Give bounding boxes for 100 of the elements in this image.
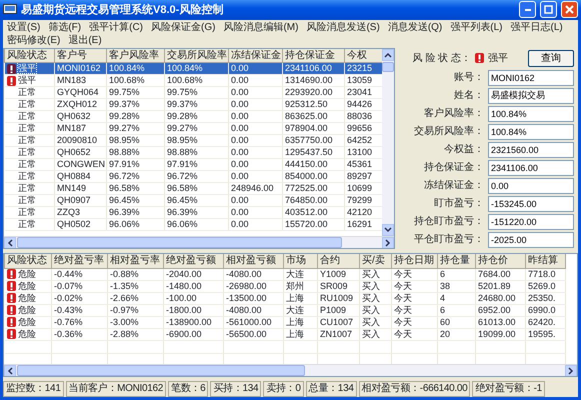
table-cell: 买入 [360, 268, 392, 280]
table-cell: 买入 [360, 316, 392, 328]
table-cell: 248946.00 [228, 182, 282, 195]
field-label: 冻结保证金： [423, 178, 484, 194]
table-cell: 98.88% [106, 146, 164, 159]
table-cell: 0.00 [228, 146, 282, 159]
scrollbar-thumb[interactable] [382, 62, 394, 72]
input-field[interactable]: 2321560.00 [488, 142, 574, 158]
column-header[interactable]: 风险状态 [4, 48, 54, 63]
table-cell: RU1009 [318, 292, 360, 304]
table-cell: 0.00 [228, 134, 282, 147]
column-header[interactable]: 买/卖 [360, 254, 392, 268]
table-cell: MONI0162 [54, 62, 106, 75]
table-cell: 郑州 [284, 280, 318, 292]
field-label: 今权益： [443, 142, 484, 158]
input-field[interactable]: 易盛模拟交易 [488, 88, 574, 104]
column-header[interactable]: 绝对盈亏额 [164, 254, 224, 268]
table-cell: ZN1007 [318, 328, 360, 340]
menu-item[interactable]: 退出(E) [68, 34, 102, 47]
scrollbar-thumb[interactable] [17, 365, 305, 376]
scroll-left-button[interactable] [4, 365, 16, 376]
column-header[interactable]: 相对盈亏额 [224, 254, 284, 268]
field-label: 平仓盯市盈亏： [413, 232, 484, 248]
table-cell: 今天 [392, 328, 438, 340]
column-header[interactable]: 交易所风险率 [164, 48, 228, 63]
scrollbar-thumb[interactable] [17, 237, 342, 248]
table-cell: -2040.00 [164, 268, 224, 280]
scroll-down-button[interactable] [382, 224, 394, 236]
column-header[interactable]: 持仓日期 [392, 254, 438, 268]
table-cell: 1295437.50 [282, 146, 344, 159]
query-button[interactable]: 查询 [528, 50, 574, 67]
maximize-button[interactable] [540, 1, 557, 18]
status-text: 危险 [18, 316, 36, 327]
close-button[interactable] [561, 1, 578, 18]
column-header[interactable]: 持仓保证金 [282, 48, 344, 63]
input-field[interactable]: -151220.00 [488, 214, 574, 230]
scroll-up-button[interactable] [382, 48, 394, 61]
table-cell: 60 [438, 316, 476, 328]
menu-item[interactable]: 筛选(F) [48, 20, 82, 34]
status-text: 正常 [18, 183, 36, 194]
status-text: 正常 [18, 111, 36, 122]
table-cell: 上海 [284, 292, 318, 304]
column-header[interactable]: 合约 [318, 254, 360, 268]
table-cell: QH0652 [54, 146, 106, 159]
column-header[interactable]: 客户号 [54, 48, 106, 63]
input-field[interactable]: 100.84% [488, 106, 574, 122]
column-header[interactable]: 冻结保证金 [228, 48, 282, 63]
column-header[interactable]: 风险状态 [4, 254, 52, 268]
menu-item[interactable]: 强平计算(C) [89, 20, 144, 34]
column-header[interactable]: 客户风险率 [106, 48, 164, 63]
table-cell: ZZQ3 [54, 206, 106, 219]
menu-item[interactable]: 设置(S) [7, 20, 40, 34]
menu-item[interactable]: 密码修改(E) [7, 34, 60, 47]
column-header[interactable]: 今权 [344, 48, 382, 63]
column-header[interactable]: 绝对盈亏率 [52, 254, 108, 268]
table-cell: 403512.00 [282, 206, 344, 219]
table-cell: 4 [438, 292, 476, 304]
input-field[interactable]: 100.84% [488, 124, 574, 140]
table-cell: 0.00 [228, 218, 282, 231]
column-header[interactable]: 持仓量 [438, 254, 476, 268]
table-cell: 98.88% [164, 146, 228, 159]
scroll-left-button[interactable] [4, 237, 16, 248]
table-cell: -26980.00 [224, 280, 284, 292]
input-field[interactable]: 2341106.00 [488, 160, 574, 176]
table-cell: -2.88% [108, 328, 164, 340]
column-header[interactable]: 昨结算 [526, 254, 566, 268]
table-cell: -0.88% [108, 268, 164, 280]
column-header[interactable]: 相对盈亏率 [108, 254, 164, 268]
risk-status-label: 风 险 状 态： [412, 52, 471, 66]
menu-item[interactable]: 消息发送(Q) [388, 20, 442, 34]
status-text: 危险 [18, 292, 36, 303]
input-field[interactable]: -153245.00 [488, 196, 574, 212]
menu-item[interactable]: 风险消息发送(S) [306, 20, 380, 34]
minimize-button[interactable] [519, 1, 536, 18]
table-cell: 上海 [284, 316, 318, 328]
input-field[interactable]: -2025.00 [488, 232, 574, 248]
table-cell: 155720.00 [282, 218, 344, 231]
scroll-right-button[interactable] [565, 365, 577, 376]
input-field[interactable]: 0.00 [488, 178, 574, 194]
caret-right-icon [568, 367, 574, 375]
table-cell: 24680.00 [476, 292, 526, 304]
menu-item[interactable]: 风险消息编辑(M) [223, 20, 298, 34]
table-cell: QH0502 [54, 218, 106, 231]
scroll-right-button[interactable] [382, 237, 394, 248]
status-text: 正常 [18, 135, 36, 146]
menu-item[interactable]: 强平日志(L) [510, 20, 563, 34]
column-header[interactable]: 市场 [284, 254, 318, 268]
field-label: 客户风险率： [423, 106, 484, 122]
table-cell: 大连 [284, 268, 318, 280]
menu-item[interactable]: 风险保证金(G) [151, 20, 216, 34]
column-header[interactable]: 持仓价 [476, 254, 526, 268]
table-cell: -3.00% [108, 316, 164, 328]
input-field[interactable]: MONI0162 [488, 70, 574, 86]
menu-item[interactable]: 强平列表(L) [450, 20, 502, 34]
table-cell: 100.68% [164, 74, 228, 87]
table-cell: 99.37% [164, 98, 228, 111]
table-cell: 20090810 [54, 134, 106, 147]
table-cell: 0.00 [228, 206, 282, 219]
table-cell: 买入 [360, 304, 392, 316]
table-cell: 97.91% [106, 158, 164, 171]
